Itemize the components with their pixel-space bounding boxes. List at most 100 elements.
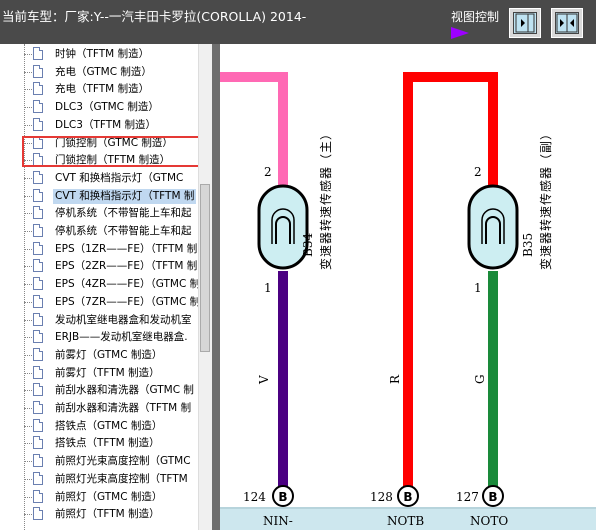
tree-item[interactable]: EPS（2ZR——FE）（TFTM 制 <box>24 258 212 276</box>
document-icon <box>33 117 43 131</box>
tree-item-label: 前照灯（GTMC 制造） <box>55 490 163 503</box>
tree-item[interactable]: 搭铁点（GTMC 制造） <box>24 418 212 436</box>
tree-item[interactable]: ERJB——发动机室继电器盒. <box>24 329 212 347</box>
wiring-diagram: 2 1 B34 变速器转速传感器（主） 2 1 B35 变速器转速传感器（副） … <box>220 44 596 530</box>
tree-item[interactable]: DLC3（TFTM 制造） <box>24 117 212 135</box>
b35-name: 变速器转速传感器（副） <box>538 127 553 270</box>
document-icon <box>33 365 43 379</box>
document-icon <box>33 330 43 344</box>
tree-item[interactable]: 充电（GTMC 制造） <box>24 64 212 82</box>
tree-item[interactable]: EPS（1ZR——FE）（TFTM 制 <box>24 241 212 259</box>
b34-pin-bottom: 1 <box>264 281 272 295</box>
terminal-127[interactable]: B <box>482 485 504 507</box>
sensor-b34[interactable] <box>257 184 309 270</box>
sensor-b35[interactable] <box>467 184 519 270</box>
tree-item-label: EPS（7ZR——FE）（GTMC 制 <box>55 295 201 308</box>
tree-item-label: DLC3（TFTM 制造） <box>55 118 157 131</box>
tree-item-label: 前照灯光束高度控制（GTMC <box>55 455 191 468</box>
signal-noto: NOTO <box>470 514 508 528</box>
tree-item[interactable]: 前雾灯（TFTM 制造） <box>24 365 212 383</box>
tree-item[interactable]: 停机系统（不带智能上车和起 <box>24 223 212 241</box>
b35-code: B35 <box>521 233 535 257</box>
terminal-127-letter: B <box>488 490 497 504</box>
scroll-thumb[interactable] <box>200 184 210 352</box>
terminal-128-number: 128 <box>370 490 393 504</box>
tree-item-label: EPS（1ZR——FE）（TFTM 制 <box>55 242 198 255</box>
b35-pin-bottom: 1 <box>474 281 482 295</box>
terminal-124[interactable]: B <box>272 485 294 507</box>
signal-notb: NOTB <box>387 514 424 528</box>
tree-item-label: 前雾灯（TFTM 制造） <box>55 366 160 379</box>
tree-item[interactable]: 前刮水器和清洗器（GTMC 制 <box>24 382 212 400</box>
tree-item[interactable]: 前刮水器和清洗器（TFTM 制 <box>24 400 212 418</box>
vehicle-title: 当前车型：厂家:Y--一汽丰田卡罗拉(COROLLA) 2014- <box>2 9 307 24</box>
collapse-sidebar-button[interactable] <box>509 8 541 38</box>
tree-item-label: 前刮水器和清洗器（TFTM 制 <box>55 402 192 414</box>
tree-item[interactable]: EPS（7ZR——FE）（GTMC 制 <box>24 294 212 312</box>
sidebar-scrollbar[interactable] <box>198 44 212 530</box>
document-icon <box>33 436 43 450</box>
b34-name: 变速器转速传感器（主） <box>318 127 333 270</box>
terminal-124-number: 124 <box>243 490 266 504</box>
tree-item-label: 停机系统（不带智能上车和起 <box>55 207 192 220</box>
split-view-button[interactable] <box>551 8 583 38</box>
tree-item[interactable]: 前雾灯（GTMC 制造） <box>24 347 212 365</box>
document-icon <box>33 489 43 503</box>
split-icon <box>556 13 578 33</box>
document-icon <box>33 82 43 96</box>
panel-splitter[interactable] <box>212 44 220 530</box>
document-icon <box>33 454 43 468</box>
tree-item-label: EPS（2ZR——FE）（TFTM 制 <box>55 260 198 273</box>
document-icon <box>33 259 43 273</box>
document-icon <box>33 47 43 60</box>
document-icon <box>33 170 43 184</box>
selection-highlight <box>22 136 202 167</box>
tree-item[interactable]: CVT 和换档指示灯（TFTM 制 <box>24 188 212 206</box>
terminal-128-letter: B <box>403 490 412 504</box>
document-icon <box>33 312 43 326</box>
document-icon <box>33 224 43 237</box>
terminal-128[interactable]: B <box>397 485 419 507</box>
document-icon <box>33 507 43 521</box>
tree-item-label: CVT 和换档指示灯（TFTM 制 <box>53 188 197 204</box>
tree-item[interactable]: 前照灯光束高度控制（TFTM <box>24 471 212 489</box>
tree-item[interactable]: 前照灯（GTMC 制造） <box>24 489 212 507</box>
document-icon <box>33 277 43 291</box>
tree-item-label: 前雾灯（GTMC 制造） <box>55 348 163 361</box>
document-icon <box>33 383 43 397</box>
tree-item[interactable]: 发动机室继电器盒和发动机室 <box>24 312 212 330</box>
tree-item-label: 搭铁点（GTMC 制造） <box>55 419 163 432</box>
wire-label-v: V <box>257 375 271 385</box>
wiring-diagram-svg: 2 1 B34 变速器转速传感器（主） 2 1 B35 变速器转速传感器（副） … <box>220 72 596 530</box>
tree-item[interactable]: EPS（4ZR——FE）（GTMC 制 <box>24 276 212 294</box>
tree-item[interactable]: 搭铁点（TFTM 制造） <box>24 435 212 453</box>
document-icon <box>33 100 43 114</box>
b34-pin-top: 2 <box>264 165 272 179</box>
tree-item-label: 前刮水器和清洗器（GTMC 制 <box>55 384 194 397</box>
top-bar: 当前车型：厂家:Y--一汽丰田卡罗拉(COROLLA) 2014- 视图控制 <box>0 0 596 44</box>
tree-item[interactable]: 前照灯光束高度控制（GTMC <box>24 453 212 471</box>
view-control-label: 视图控制 <box>451 10 500 24</box>
document-icon <box>33 347 43 361</box>
tree-item[interactable]: 充电（TFTM 制造） <box>24 81 212 99</box>
tree-item-label: 停机系统（不带智能上车和起 <box>55 225 192 237</box>
tree-item[interactable]: 前照灯（TFTM 制造） <box>24 506 212 524</box>
document-icon <box>33 418 43 432</box>
document-icon <box>33 188 43 202</box>
terminal-127-number: 127 <box>456 490 479 504</box>
tree-item[interactable]: 时钟（TFTM 制造） <box>24 46 212 64</box>
document-icon <box>33 64 43 78</box>
document-icon <box>33 471 43 485</box>
tree-item[interactable]: 停机系统（不带智能上车和起 <box>24 205 212 223</box>
tree-item-label: 充电（GTMC 制造） <box>55 65 152 78</box>
document-icon <box>33 206 43 220</box>
panel-right-icon <box>515 13 535 33</box>
tree-item[interactable]: DLC3（GTMC 制造） <box>24 99 212 117</box>
wire-pink <box>220 72 288 191</box>
wire-label-r: R <box>388 374 402 384</box>
tree-item-label: 前照灯（TFTM 制造） <box>55 508 160 521</box>
tree-item-label: CVT 和换档指示灯（GTMC <box>55 171 184 184</box>
document-icon <box>33 401 43 414</box>
tree-item[interactable]: CVT 和换档指示灯（GTMC <box>24 170 212 188</box>
arrow-right-icon <box>451 27 469 39</box>
